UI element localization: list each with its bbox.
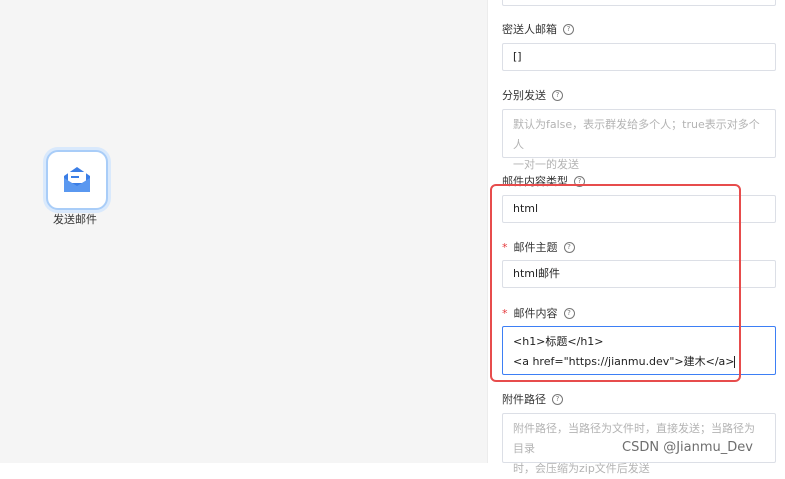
help-icon[interactable]: ? [563,23,574,35]
separate-label: 分别发送 [502,89,546,102]
email-icon [64,167,90,192]
node-label: 发送邮件 [53,213,97,226]
bcc-label: 密送人邮箱 [502,23,557,36]
separate-placeholder-line1: 默认为false，表示群发给多个人；true表示对多个人 [513,118,760,151]
attachment-label-row: 附件路径 ? [502,391,563,407]
separate-label-row: 分别发送 ? [502,87,563,103]
separate-textarea[interactable]: 默认为false，表示群发给多个人；true表示对多个人 一对一的发送 [502,109,776,171]
attachment-label: 附件路径 [502,393,546,406]
attachment-textarea[interactable]: 附件路径，当路径为文件时，直接发送；当路径为目录 时，会压缩为zip文件后发送 [502,413,776,475]
bcc-label-row: 密送人邮箱 ? [502,21,574,37]
help-icon[interactable]: ? [552,393,563,405]
workflow-canvas[interactable] [0,0,487,463]
watermark: CSDN @Jianmu_Dev [622,440,753,455]
attachment-placeholder-line2: 时，会压缩为zip文件后发送 [513,462,650,475]
send-email-node[interactable] [46,150,108,210]
highlight-annotation-box [490,184,741,382]
help-icon[interactable]: ? [552,89,563,101]
bcc-input[interactable]: [] [502,43,776,71]
top-partial-field[interactable] [502,0,776,6]
separate-placeholder-line2: 一对一的发送 [513,158,579,171]
